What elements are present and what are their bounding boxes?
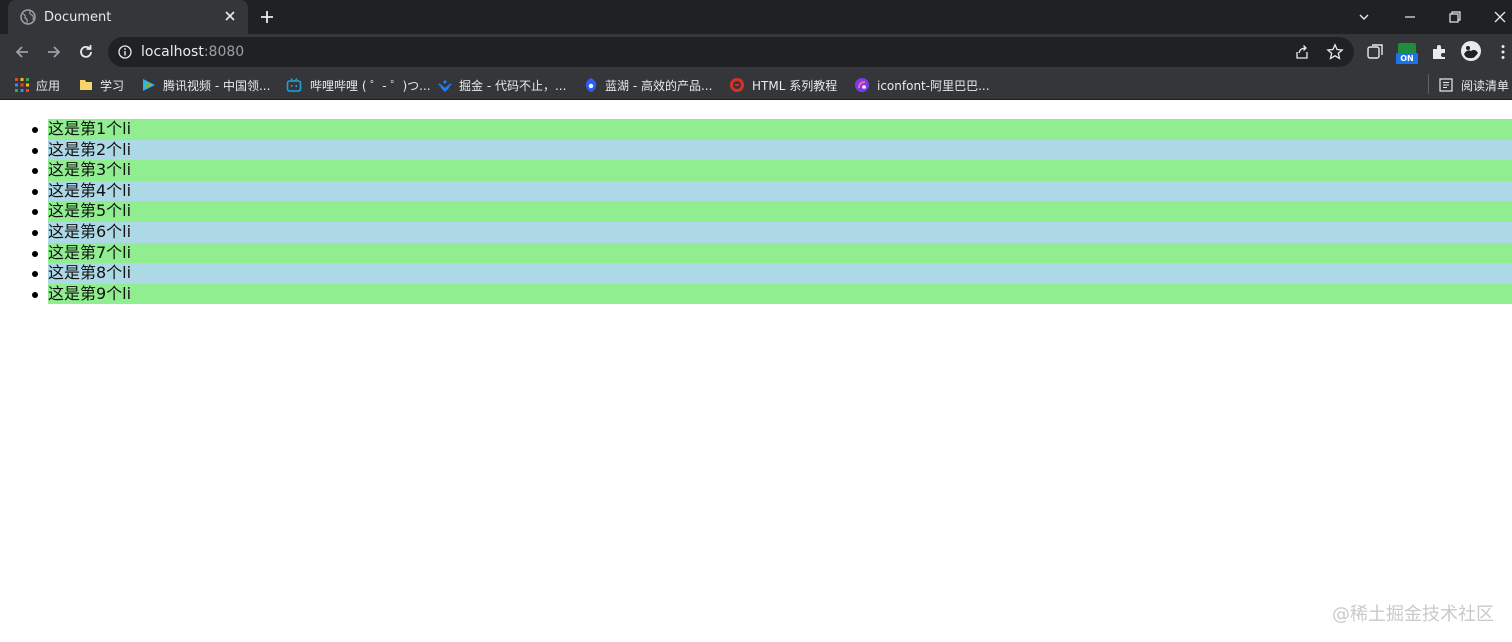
back-icon[interactable] [12, 42, 32, 62]
bookmark-label: HTML 系列教程 [752, 79, 838, 93]
restore-icon[interactable] [1445, 7, 1465, 27]
minimize-icon[interactable] [1400, 7, 1420, 27]
url-port: :8080 [203, 44, 245, 60]
bookmark-label: iconfont-阿里巴巴... [877, 79, 990, 93]
bullet-icon [32, 209, 38, 216]
list-item: 这是第9个li [32, 283, 1512, 305]
tab-strip: Document [0, 0, 1512, 34]
bookmark-label: 掘金 - 代码不止，... [459, 79, 567, 93]
bookmark-label: 腾讯视频 - 中国领... [163, 79, 271, 93]
bullet-icon [32, 271, 38, 278]
extension-badge: ON [1396, 53, 1418, 64]
folder-icon [80, 80, 92, 90]
more-menu-icon[interactable] [1494, 43, 1512, 61]
tab-search-icon[interactable] [1354, 7, 1374, 27]
li-list: 这是第1个li 这是第2个li 这是第3个li 这是第4个li 这是第5个li … [32, 119, 1512, 305]
bookmarks-bar: 应用 学习 腾讯视频 - 中国领... 哔哩哔哩 ( ゜- ゜)つ... 掘金 … [0, 70, 1512, 100]
list-item-text: 这是第9个li [48, 283, 132, 303]
list-item-text: 这是第3个li [48, 160, 132, 180]
bullet-icon [32, 147, 38, 154]
reading-list-label: 阅读清单 [1461, 79, 1510, 93]
list-item: 这是第2个li [32, 139, 1512, 161]
list-item-text: 这是第1个li [48, 119, 132, 138]
close-window-icon[interactable] [1490, 7, 1510, 27]
lanhu-icon [585, 78, 597, 92]
bullet-icon [32, 168, 38, 175]
list-item: 这是第6个li [32, 221, 1512, 243]
bookmark-label: 学习 [100, 79, 125, 93]
bullet-icon [32, 250, 38, 257]
extensions-puzzle-icon[interactable] [1430, 43, 1448, 61]
list-item-text: 这是第7个li [48, 242, 132, 262]
reload-icon[interactable] [76, 42, 96, 62]
watermark: @稀土掘金技术社区 [1332, 604, 1494, 625]
url-text: localhost:8080 [141, 44, 244, 60]
html-tutorial-icon [730, 78, 744, 92]
profile-avatar-icon[interactable] [1460, 40, 1482, 62]
bullet-icon [32, 127, 38, 133]
bilibili-icon [286, 78, 302, 92]
browser-toolbar: localhost:8080 ON [0, 34, 1512, 70]
share-icon[interactable] [1294, 44, 1310, 60]
list-item-text: 这是第2个li [48, 139, 132, 159]
bullet-icon [32, 229, 38, 236]
tab-title: Document [44, 10, 112, 25]
bookmarks-divider [1428, 74, 1429, 94]
bullet-icon [32, 188, 38, 195]
close-tab-icon[interactable] [222, 8, 238, 24]
page-viewport: 这是第1个li 这是第2个li 这是第3个li 这是第4个li 这是第5个li … [0, 101, 1512, 642]
bookmark-label: 哔哩哔哩 ( ゜- ゜)つ... [310, 79, 431, 93]
list-item: 这是第3个li [32, 160, 1512, 181]
list-item: 这是第5个li [32, 201, 1512, 222]
bullet-icon [32, 291, 38, 298]
tencent-video-icon [143, 79, 155, 91]
list-item-text: 这是第5个li [48, 201, 132, 221]
reading-list-icon [1439, 78, 1453, 92]
forward-icon[interactable] [44, 42, 64, 62]
list-item: 这是第1个li [32, 119, 1512, 140]
list-item-text: 这是第4个li [48, 180, 132, 200]
tab-document[interactable]: Document [8, 0, 248, 34]
bookmark-star-icon[interactable] [1326, 43, 1344, 61]
list-item-text: 这是第8个li [48, 263, 132, 283]
list-item: 这是第4个li [32, 180, 1512, 202]
address-bar[interactable]: localhost:8080 [108, 37, 1354, 67]
list-item-text: 这是第6个li [48, 221, 132, 241]
list-item: 这是第8个li [32, 263, 1512, 284]
site-info-icon[interactable] [118, 45, 132, 59]
url-host: localhost [141, 44, 204, 60]
juejin-icon [438, 80, 452, 92]
globe-icon [20, 9, 36, 25]
new-tab-icon[interactable] [258, 8, 276, 26]
bookmark-label: 应用 [36, 79, 61, 93]
bookmark-label: 蓝湖 - 高效的产品... [605, 79, 713, 93]
list-item: 这是第7个li [32, 242, 1512, 264]
apps-grid-icon [15, 78, 29, 92]
sync-extension-icon[interactable] [1366, 43, 1384, 61]
on-extension-icon[interactable]: ON [1396, 43, 1418, 65]
iconfont-icon [855, 78, 869, 92]
